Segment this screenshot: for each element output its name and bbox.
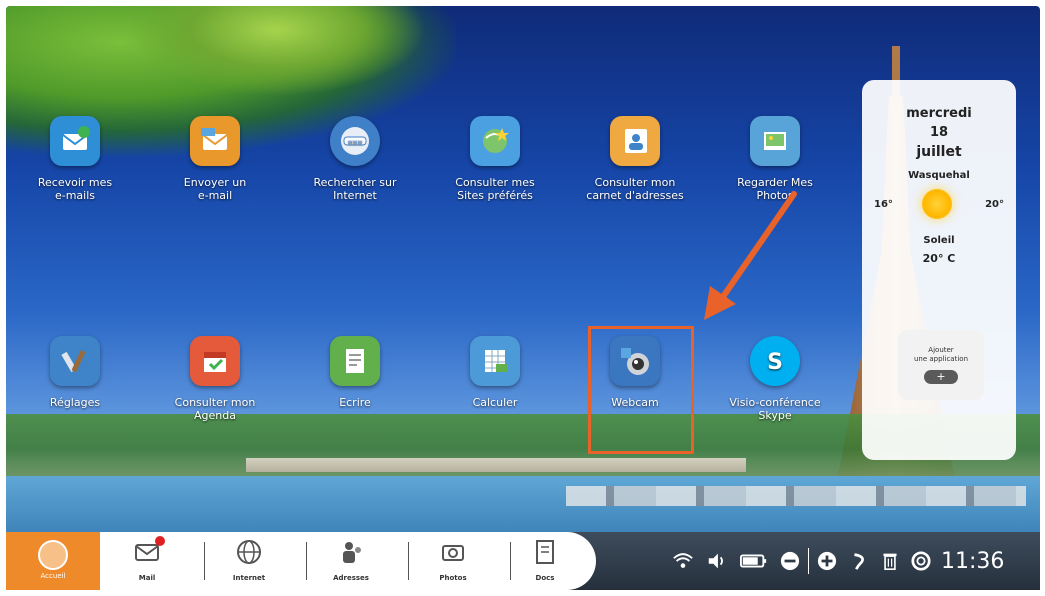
app-skype[interactable]: S Visio-conférence Skype xyxy=(710,336,840,422)
back-icon[interactable] xyxy=(849,551,869,571)
app-label-line2: Skype xyxy=(758,409,792,422)
home-icon xyxy=(38,540,68,570)
favorite-sites-icon xyxy=(470,116,520,166)
spreadsheet-icon xyxy=(470,336,520,386)
dock-label: Adresses xyxy=(333,574,369,582)
app-label-line2: Ecrire xyxy=(339,396,371,409)
app-label-line2: e-mails xyxy=(54,189,96,202)
app-label-line2: Internet xyxy=(333,189,377,202)
status-area: 11:36 xyxy=(666,532,1040,590)
dock-label: Photos xyxy=(439,574,467,582)
svg-text:S: S xyxy=(767,350,783,375)
mail-receive-icon xyxy=(50,116,100,166)
mail-badge xyxy=(155,536,165,546)
dock-addresses[interactable]: Adresses xyxy=(316,538,386,582)
clock: 11:36 xyxy=(941,548,1005,574)
add-app-panel[interactable]: Ajouter une application + xyxy=(898,330,984,400)
photos-icon xyxy=(750,116,800,166)
settings-tools-icon xyxy=(50,336,100,386)
add-app-line2: une application xyxy=(913,355,969,363)
calendar-icon xyxy=(190,336,240,386)
status-separator xyxy=(808,548,809,574)
app-label-line2: Calculer xyxy=(472,396,518,409)
app-label-line1: Visio-conférence xyxy=(729,396,821,409)
weather-month: juillet xyxy=(916,144,962,160)
desktop-screen: Recevoir mes e-mails Envoyer un e-mail w… xyxy=(6,6,1040,590)
zoom-out-icon[interactable] xyxy=(780,551,800,571)
skype-icon: S xyxy=(750,336,800,386)
home-button[interactable]: Accueil xyxy=(6,532,100,590)
app-send-mail[interactable]: Envoyer un e-mail xyxy=(150,116,280,202)
camera-icon xyxy=(439,538,467,566)
weather-widget: mercredi 18 juillet Wasquehal 16° 20° So… xyxy=(862,80,1016,460)
app-label-line1: Rechercher sur xyxy=(313,176,397,189)
weather-max: 20° xyxy=(985,199,1004,210)
dock-label: Internet xyxy=(232,574,266,582)
write-icon xyxy=(330,336,380,386)
dock-label: Docs xyxy=(535,574,555,582)
help-lifebuoy-icon[interactable] xyxy=(911,551,931,571)
app-write[interactable]: Ecrire xyxy=(290,336,420,409)
dock-separator xyxy=(408,542,409,580)
app-address-book[interactable]: Consulter mon carnet d'adresses xyxy=(570,116,700,202)
app-label-line2: Réglages xyxy=(49,396,101,409)
dock-separator xyxy=(204,542,205,580)
tree-leaves-light xyxy=(126,6,426,96)
dock-internet[interactable]: Internet xyxy=(214,538,284,582)
contacts-icon xyxy=(337,538,365,566)
app-label-line2: Sites préférés xyxy=(457,189,533,202)
weather-date: 18 xyxy=(929,125,949,140)
mail-icon xyxy=(133,536,165,566)
weather-min: 16° xyxy=(874,199,893,210)
globe-icon xyxy=(235,538,263,566)
weather-current-temp: 20° C xyxy=(922,252,956,265)
www-search-icon: www xyxy=(330,116,380,166)
app-label-line1: Envoyer un xyxy=(183,176,247,189)
app-receive-mail[interactable]: Recevoir mes e-mails xyxy=(10,116,140,202)
dock-label: Mail xyxy=(138,574,156,582)
sun-icon xyxy=(922,189,952,219)
trash-icon[interactable] xyxy=(881,551,899,571)
dock-mail[interactable]: Mail xyxy=(112,536,182,582)
taskbar: Accueil Mail Internet Adresses Photos Do… xyxy=(6,532,1040,590)
river xyxy=(6,476,1040,536)
app-label-line2: e-mail xyxy=(197,189,233,202)
webcam-highlight-box xyxy=(588,326,694,454)
app-calculate[interactable]: Calculer xyxy=(430,336,560,409)
app-label-line1: Consulter mon xyxy=(594,176,676,189)
app-agenda[interactable]: Consulter mon Agenda xyxy=(150,336,280,422)
add-app-text: Ajouter une application xyxy=(898,330,984,364)
add-app-line1: Ajouter xyxy=(928,346,954,354)
mail-send-icon xyxy=(190,116,240,166)
volume-icon[interactable] xyxy=(706,550,728,572)
app-favorite-sites[interactable]: Consulter mes Sites préférés xyxy=(430,116,560,202)
bridge xyxy=(246,458,746,472)
dock-docs[interactable]: Docs xyxy=(510,538,580,582)
zoom-in-icon[interactable] xyxy=(817,551,837,571)
weather-day: mercredi xyxy=(906,106,972,121)
add-app-button[interactable]: + xyxy=(924,370,958,384)
documents-icon xyxy=(531,538,559,566)
app-label-line1: Consulter mon xyxy=(174,396,256,409)
battery-icon xyxy=(740,551,768,571)
dock-photos[interactable]: Photos xyxy=(418,538,488,582)
app-label-line2: Agenda xyxy=(194,409,236,422)
weather-condition: Soleil xyxy=(923,235,955,246)
boats xyxy=(566,486,1026,506)
app-settings[interactable]: Réglages xyxy=(10,336,140,409)
dock-separator xyxy=(306,542,307,580)
app-label-line1: Consulter mes xyxy=(455,176,535,189)
weather-city: Wasquehal xyxy=(908,170,970,181)
pointer-arrow xyxy=(704,191,797,320)
wifi-icon[interactable] xyxy=(672,550,694,572)
app-label-line1: Recevoir mes xyxy=(37,176,113,189)
svg-text:www: www xyxy=(348,139,363,146)
app-search-internet[interactable]: www Rechercher sur Internet xyxy=(290,116,420,202)
dock: Mail Internet Adresses Photos Docs xyxy=(100,532,596,590)
weather-temps: 16° 20° xyxy=(862,185,1016,231)
address-book-icon xyxy=(610,116,660,166)
home-label: Accueil xyxy=(40,572,66,580)
app-label-line2: carnet d'adresses xyxy=(586,189,684,202)
